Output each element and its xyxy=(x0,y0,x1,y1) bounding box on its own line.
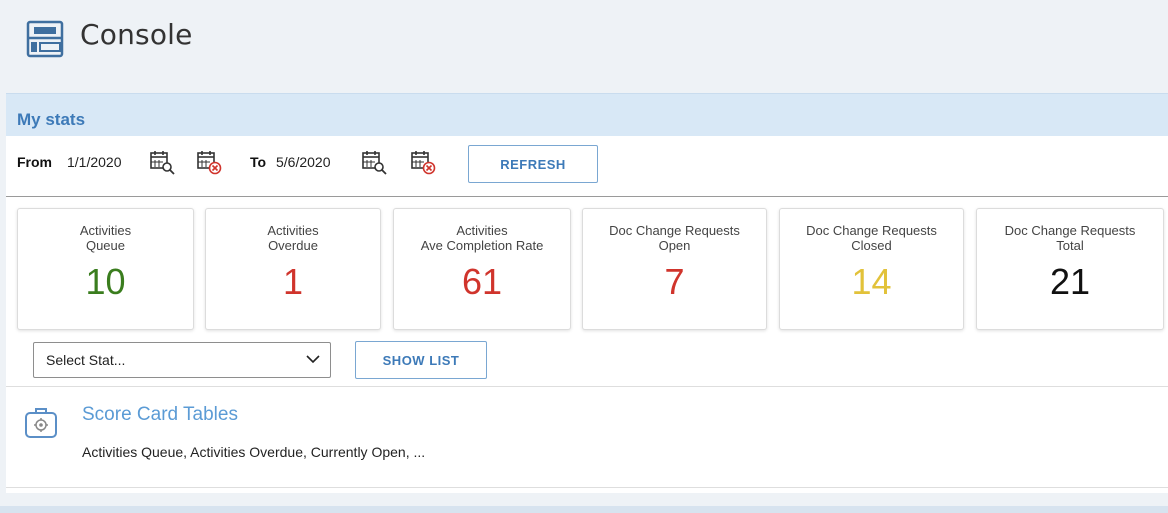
stat-card-doc-change-open[interactable]: Doc Change Requests Open 7 xyxy=(582,208,767,330)
card-title-line1: Activities xyxy=(79,223,132,238)
header: Console xyxy=(0,0,1168,93)
footer-strip xyxy=(0,506,1168,513)
score-card-tables-item[interactable]: Score Card Tables Activities Queue, Acti… xyxy=(6,386,1168,488)
console-icon xyxy=(26,20,64,58)
card-value: 7 xyxy=(664,261,685,302)
card-title-line2: Open xyxy=(658,238,691,253)
card-value: 14 xyxy=(851,261,892,302)
card-title-line1: Doc Change Requests xyxy=(806,223,937,238)
refresh-button[interactable]: REFRESH xyxy=(468,145,598,183)
to-date-value[interactable]: 5/6/2020 xyxy=(276,154,331,170)
divider xyxy=(6,196,1168,197)
stat-card-activities-queue[interactable]: Activities Queue 10 xyxy=(17,208,194,330)
card-value: 1 xyxy=(282,261,304,302)
card-title-line2: Queue xyxy=(85,238,126,253)
card-title-line2: Total xyxy=(1056,238,1084,253)
panel-title: My stats xyxy=(17,110,86,129)
score-card-title-link[interactable]: Score Card Tables xyxy=(82,404,238,426)
panel-header: My stats xyxy=(6,93,1168,136)
page-title: Console xyxy=(80,18,193,51)
stat-card-activities-overdue[interactable]: Activities Overdue 1 xyxy=(205,208,381,330)
to-label: To xyxy=(250,154,267,170)
select-stat-dropdown[interactable]: Select Stat... xyxy=(33,342,331,378)
to-calendar-search-icon[interactable] xyxy=(361,149,387,175)
stat-card-activities-completion-rate[interactable]: Activities Ave Completion Rate 61 xyxy=(393,208,571,330)
card-title-line2: Closed xyxy=(851,238,892,253)
from-calendar-search-icon[interactable] xyxy=(149,149,175,175)
card-value: 10 xyxy=(85,261,126,302)
show-list-button[interactable]: SHOW LIST xyxy=(355,341,487,379)
stat-card-doc-change-closed[interactable]: Doc Change Requests Closed 14 xyxy=(779,208,964,330)
date-range-row: From 1/1/2020 To 5/6/2020 REFRESH xyxy=(6,135,1168,190)
score-card-description: Activities Queue, Activities Overdue, Cu… xyxy=(82,444,426,460)
card-title-line1: Doc Change Requests xyxy=(609,223,740,238)
card-title-line2: Overdue xyxy=(268,238,318,253)
stat-card-doc-change-total[interactable]: Doc Change Requests Total 21 xyxy=(976,208,1164,330)
select-stat-value: Select Stat... xyxy=(46,352,126,368)
card-title-line2: Ave Completion Rate xyxy=(420,238,544,253)
from-label: From xyxy=(17,154,52,170)
card-title-line1: Activities xyxy=(456,223,508,238)
chevron-down-icon xyxy=(306,355,320,364)
card-value: 61 xyxy=(461,261,503,302)
from-calendar-clear-icon[interactable] xyxy=(196,149,222,175)
briefcase-gear-icon xyxy=(25,408,57,438)
card-value: 21 xyxy=(1049,261,1091,302)
to-calendar-clear-icon[interactable] xyxy=(410,149,436,175)
from-date-value[interactable]: 1/1/2020 xyxy=(67,154,122,170)
card-title-line1: Doc Change Requests xyxy=(1004,223,1136,238)
my-stats-panel: My stats From 1/1/2020 To 5/6/2020 REFRE… xyxy=(6,93,1168,493)
card-title-line1: Activities xyxy=(267,223,319,238)
